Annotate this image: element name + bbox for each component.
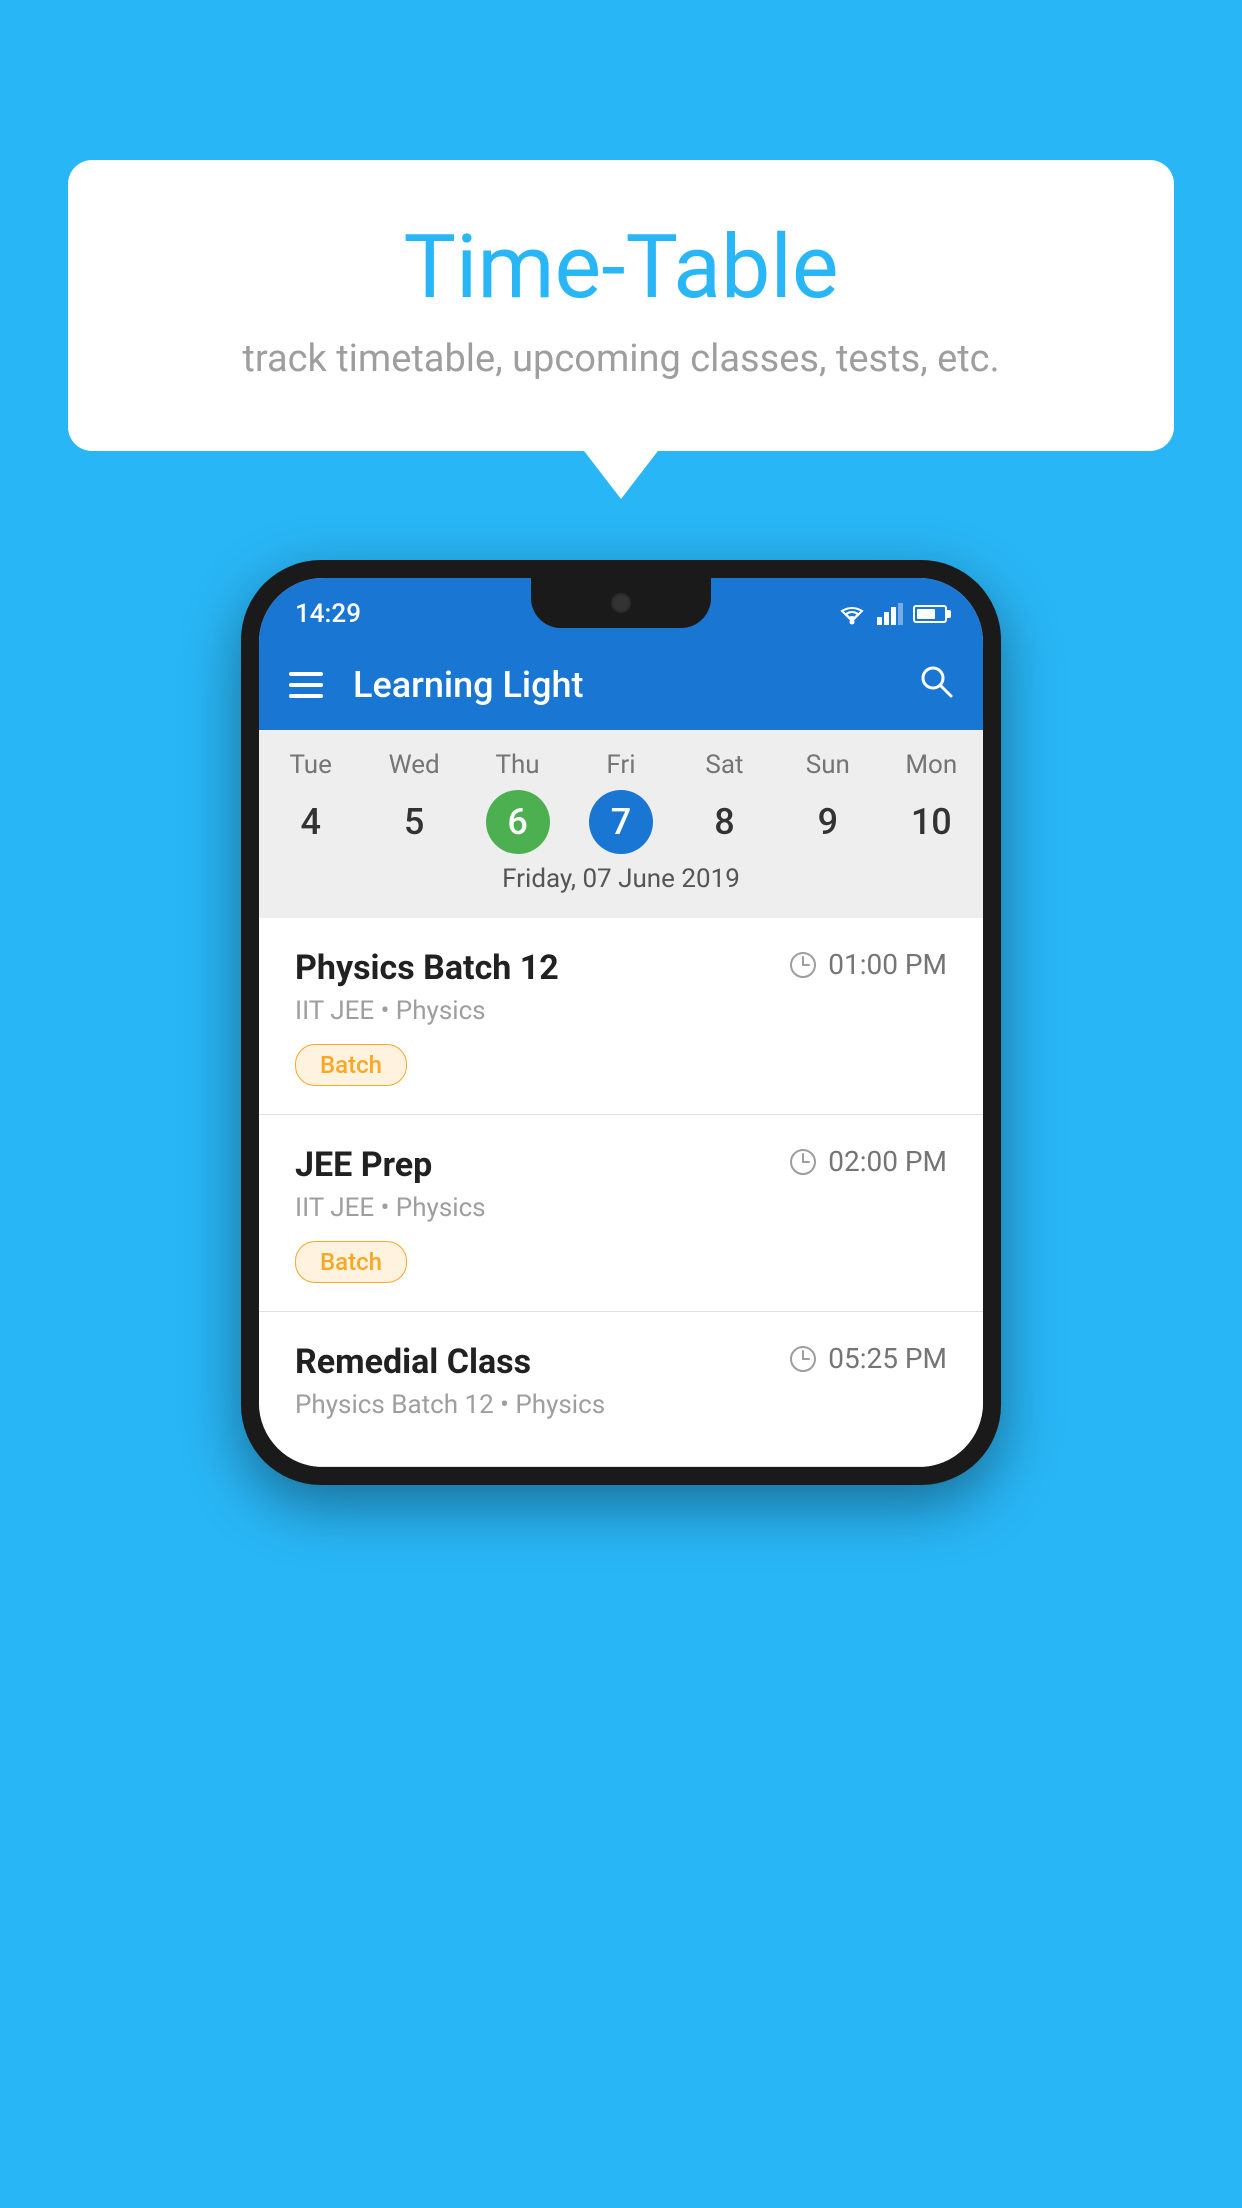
schedule-item-header: Remedial Class 05:25 PM [295,1342,947,1382]
day-number[interactable]: 4 [259,790,362,854]
schedule-item-subtitle: IIT JEE • Physics [295,1193,947,1223]
clock-icon [788,950,818,980]
schedule-item[interactable]: Physics Batch 12 01:00 PM IIT JEE • Physi… [259,918,983,1115]
clock-icon [788,1147,818,1177]
day-header: Wed [362,750,465,780]
wifi-icon [837,603,867,625]
status-icons [837,603,947,625]
schedule-item-time: 02:00 PM [788,1145,947,1178]
day-header: Mon [880,750,983,780]
calendar-date-label: Friday, 07 June 2019 [259,864,983,908]
speech-bubble: Time-Table track timetable, upcoming cla… [68,160,1174,451]
bubble-title: Time-Table [148,220,1094,317]
schedule-item-time: 01:00 PM [788,948,947,981]
phone-wrapper: 14:29 [241,560,1001,1485]
signal-icon [877,603,903,625]
schedule-item[interactable]: JEE Prep 02:00 PM IIT JEE • Physics Batch [259,1115,983,1312]
status-time: 14:29 [295,599,361,629]
phone-screen: 14:29 [259,578,983,1467]
day-number[interactable]: 9 [776,790,879,854]
battery-fill [917,609,935,619]
day-header: Sat [673,750,776,780]
day-number[interactable]: 10 [880,790,983,854]
hamburger-menu-icon[interactable] [289,672,323,698]
day-header: Tue [259,750,362,780]
app-bar: Learning Light [259,640,983,730]
batch-badge: Batch [295,1241,407,1283]
day-header: Fri [569,750,672,780]
day-numbers: 45678910 [259,790,983,854]
schedule-item-header: JEE Prep 02:00 PM [295,1145,947,1185]
day-number[interactable]: 8 [673,790,776,854]
bubble-subtitle: track timetable, upcoming classes, tests… [148,337,1094,381]
schedule-item-title: JEE Prep [295,1145,432,1185]
battery-icon [913,605,947,623]
day-headers: TueWedThuFriSatSunMon [259,750,983,780]
phone-frame: 14:29 [241,560,1001,1485]
schedule-item-title: Remedial Class [295,1342,531,1382]
schedule-list: Physics Batch 12 01:00 PM IIT JEE • Physi… [259,918,983,1467]
schedule-item-subtitle: Physics Batch 12 • Physics [295,1390,947,1420]
calendar-strip: TueWedThuFriSatSunMon 45678910 Friday, 0… [259,730,983,918]
search-icon[interactable] [919,664,953,707]
schedule-item-header: Physics Batch 12 01:00 PM [295,948,947,988]
batch-badge: Batch [295,1044,407,1086]
camera-dot [611,593,631,613]
clock-icon [788,1344,818,1374]
phone-notch [531,578,711,628]
schedule-item-subtitle: IIT JEE • Physics [295,996,947,1026]
day-number[interactable]: 5 [362,790,465,854]
day-header: Thu [466,750,569,780]
speech-bubble-container: Time-Table track timetable, upcoming cla… [68,160,1174,451]
day-number[interactable]: 7 [589,790,653,854]
schedule-item[interactable]: Remedial Class 05:25 PM Physics Batch 12 … [259,1312,983,1467]
day-header: Sun [776,750,879,780]
schedule-item-title: Physics Batch 12 [295,948,559,988]
schedule-item-time: 05:25 PM [788,1342,947,1375]
app-title: Learning Light [353,664,889,706]
day-number[interactable]: 6 [486,790,550,854]
